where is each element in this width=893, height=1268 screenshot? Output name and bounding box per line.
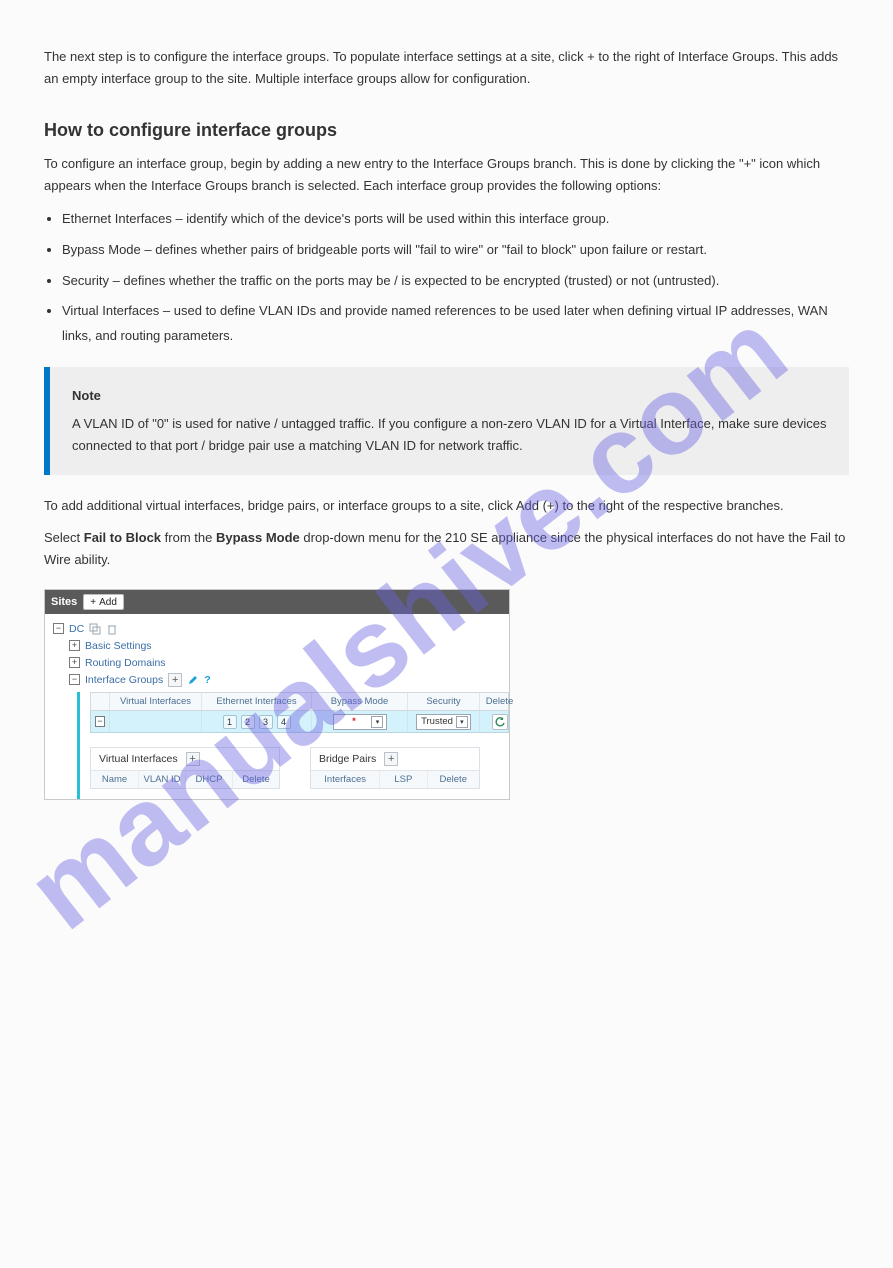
eth-port-1[interactable]: 1 [223,715,237,729]
expand-icon[interactable]: + [69,640,80,651]
virtual-interfaces-panel: Virtual Interfaces + Name VLAN ID DHCP D… [90,747,280,789]
vi-col-dhcp: DHCP [185,771,232,788]
tree-node-basic: + Basic Settings [69,637,503,654]
bp-col-lsp: LSP [379,771,426,788]
list-item: Bypass Mode – defines whether pairs of b… [62,238,849,263]
list-item: Virtual Interfaces – used to define VLAN… [62,299,849,348]
add-site-button[interactable]: + Add [83,594,124,610]
help-icon[interactable]: ? [204,674,210,686]
sites-bar-label: Sites [51,596,77,608]
revert-button[interactable] [492,714,508,730]
note-body: A VLAN ID of "0" is used for native / un… [72,416,826,453]
node-label[interactable]: Interface Groups [85,674,163,686]
chevron-down-icon: ▾ [456,716,468,728]
clone-icon[interactable] [89,623,101,635]
col-bypass-mode: Bypass Mode [311,693,407,710]
eth-port-4[interactable]: 4 [277,715,291,729]
vi-col-name: Name [91,771,138,788]
bypass-mode-select[interactable]: * ▾ [333,714,387,730]
add-bridge-pair-button[interactable]: + [384,752,398,766]
collapse-icon[interactable]: − [69,674,80,685]
col-security: Security [407,693,479,710]
eth-port-2[interactable]: 2 [241,715,255,729]
bridge-pairs-panel: Bridge Pairs + Interfaces LSP Delete [310,747,480,789]
required-icon: * [352,716,356,727]
tree-node-dc: − DC [53,620,503,637]
col-delete: Delete [479,693,519,710]
note-title: Note [72,385,827,407]
ifgroup-header-row: Virtual Interfaces Ethernet Interfaces B… [90,692,509,711]
node-label[interactable]: Basic Settings [85,640,152,652]
collapse-icon[interactable]: − [53,623,64,634]
col-ethernet-interfaces: Ethernet Interfaces [201,693,311,710]
security-select[interactable]: Trusted ▾ [416,714,471,730]
node-label[interactable]: DC [69,623,84,635]
eth-port-3[interactable]: 3 [259,715,273,729]
tree-node-ifgroups: − Interface Groups + ? [69,671,503,688]
node-label[interactable]: Routing Domains [85,657,166,669]
bp-col-interfaces: Interfaces [311,771,379,788]
vi-col-delete: Delete [232,771,279,788]
list-item: Security – defines whether the traffic o… [62,269,849,294]
tree-node-routing: + Routing Domains [69,654,503,671]
config-screenshot: Sites + Add − DC + [44,589,510,800]
sites-bar: Sites + Add [45,590,509,614]
ifgroup-row: − 1 2 3 4 * ▾ [90,711,509,733]
expand-icon[interactable]: + [69,657,80,668]
panel-title: Virtual Interfaces [99,753,178,765]
plus-icon: + [90,597,96,608]
section-heading: How to configure interface groups [44,120,849,141]
ethernet-ports-cell: 1 2 3 4 [201,711,311,732]
list-item: Ethernet Interfaces – identify which of … [62,207,849,232]
add-ifgroup-button[interactable]: + [168,673,182,687]
col-virtual-interfaces: Virtual Interfaces [109,693,201,710]
bp-col-delete: Delete [427,771,480,788]
para-3: Select Fail to Block from the Bypass Mod… [44,527,849,571]
edit-icon[interactable] [187,674,199,686]
vi-col-vlan: VLAN ID [138,771,185,788]
section-desc: To configure an interface group, begin b… [44,153,849,197]
para-2: To add additional virtual interfaces, br… [44,495,849,517]
intro-paragraph: The next step is to configure the interf… [44,46,849,90]
trash-icon[interactable] [106,623,118,635]
add-virtual-interface-button[interactable]: + [186,752,200,766]
note-box: Note A VLAN ID of "0" is used for native… [44,367,849,475]
chevron-down-icon: ▾ [371,716,383,728]
panel-title: Bridge Pairs [319,753,376,765]
collapse-icon[interactable]: − [95,716,105,727]
